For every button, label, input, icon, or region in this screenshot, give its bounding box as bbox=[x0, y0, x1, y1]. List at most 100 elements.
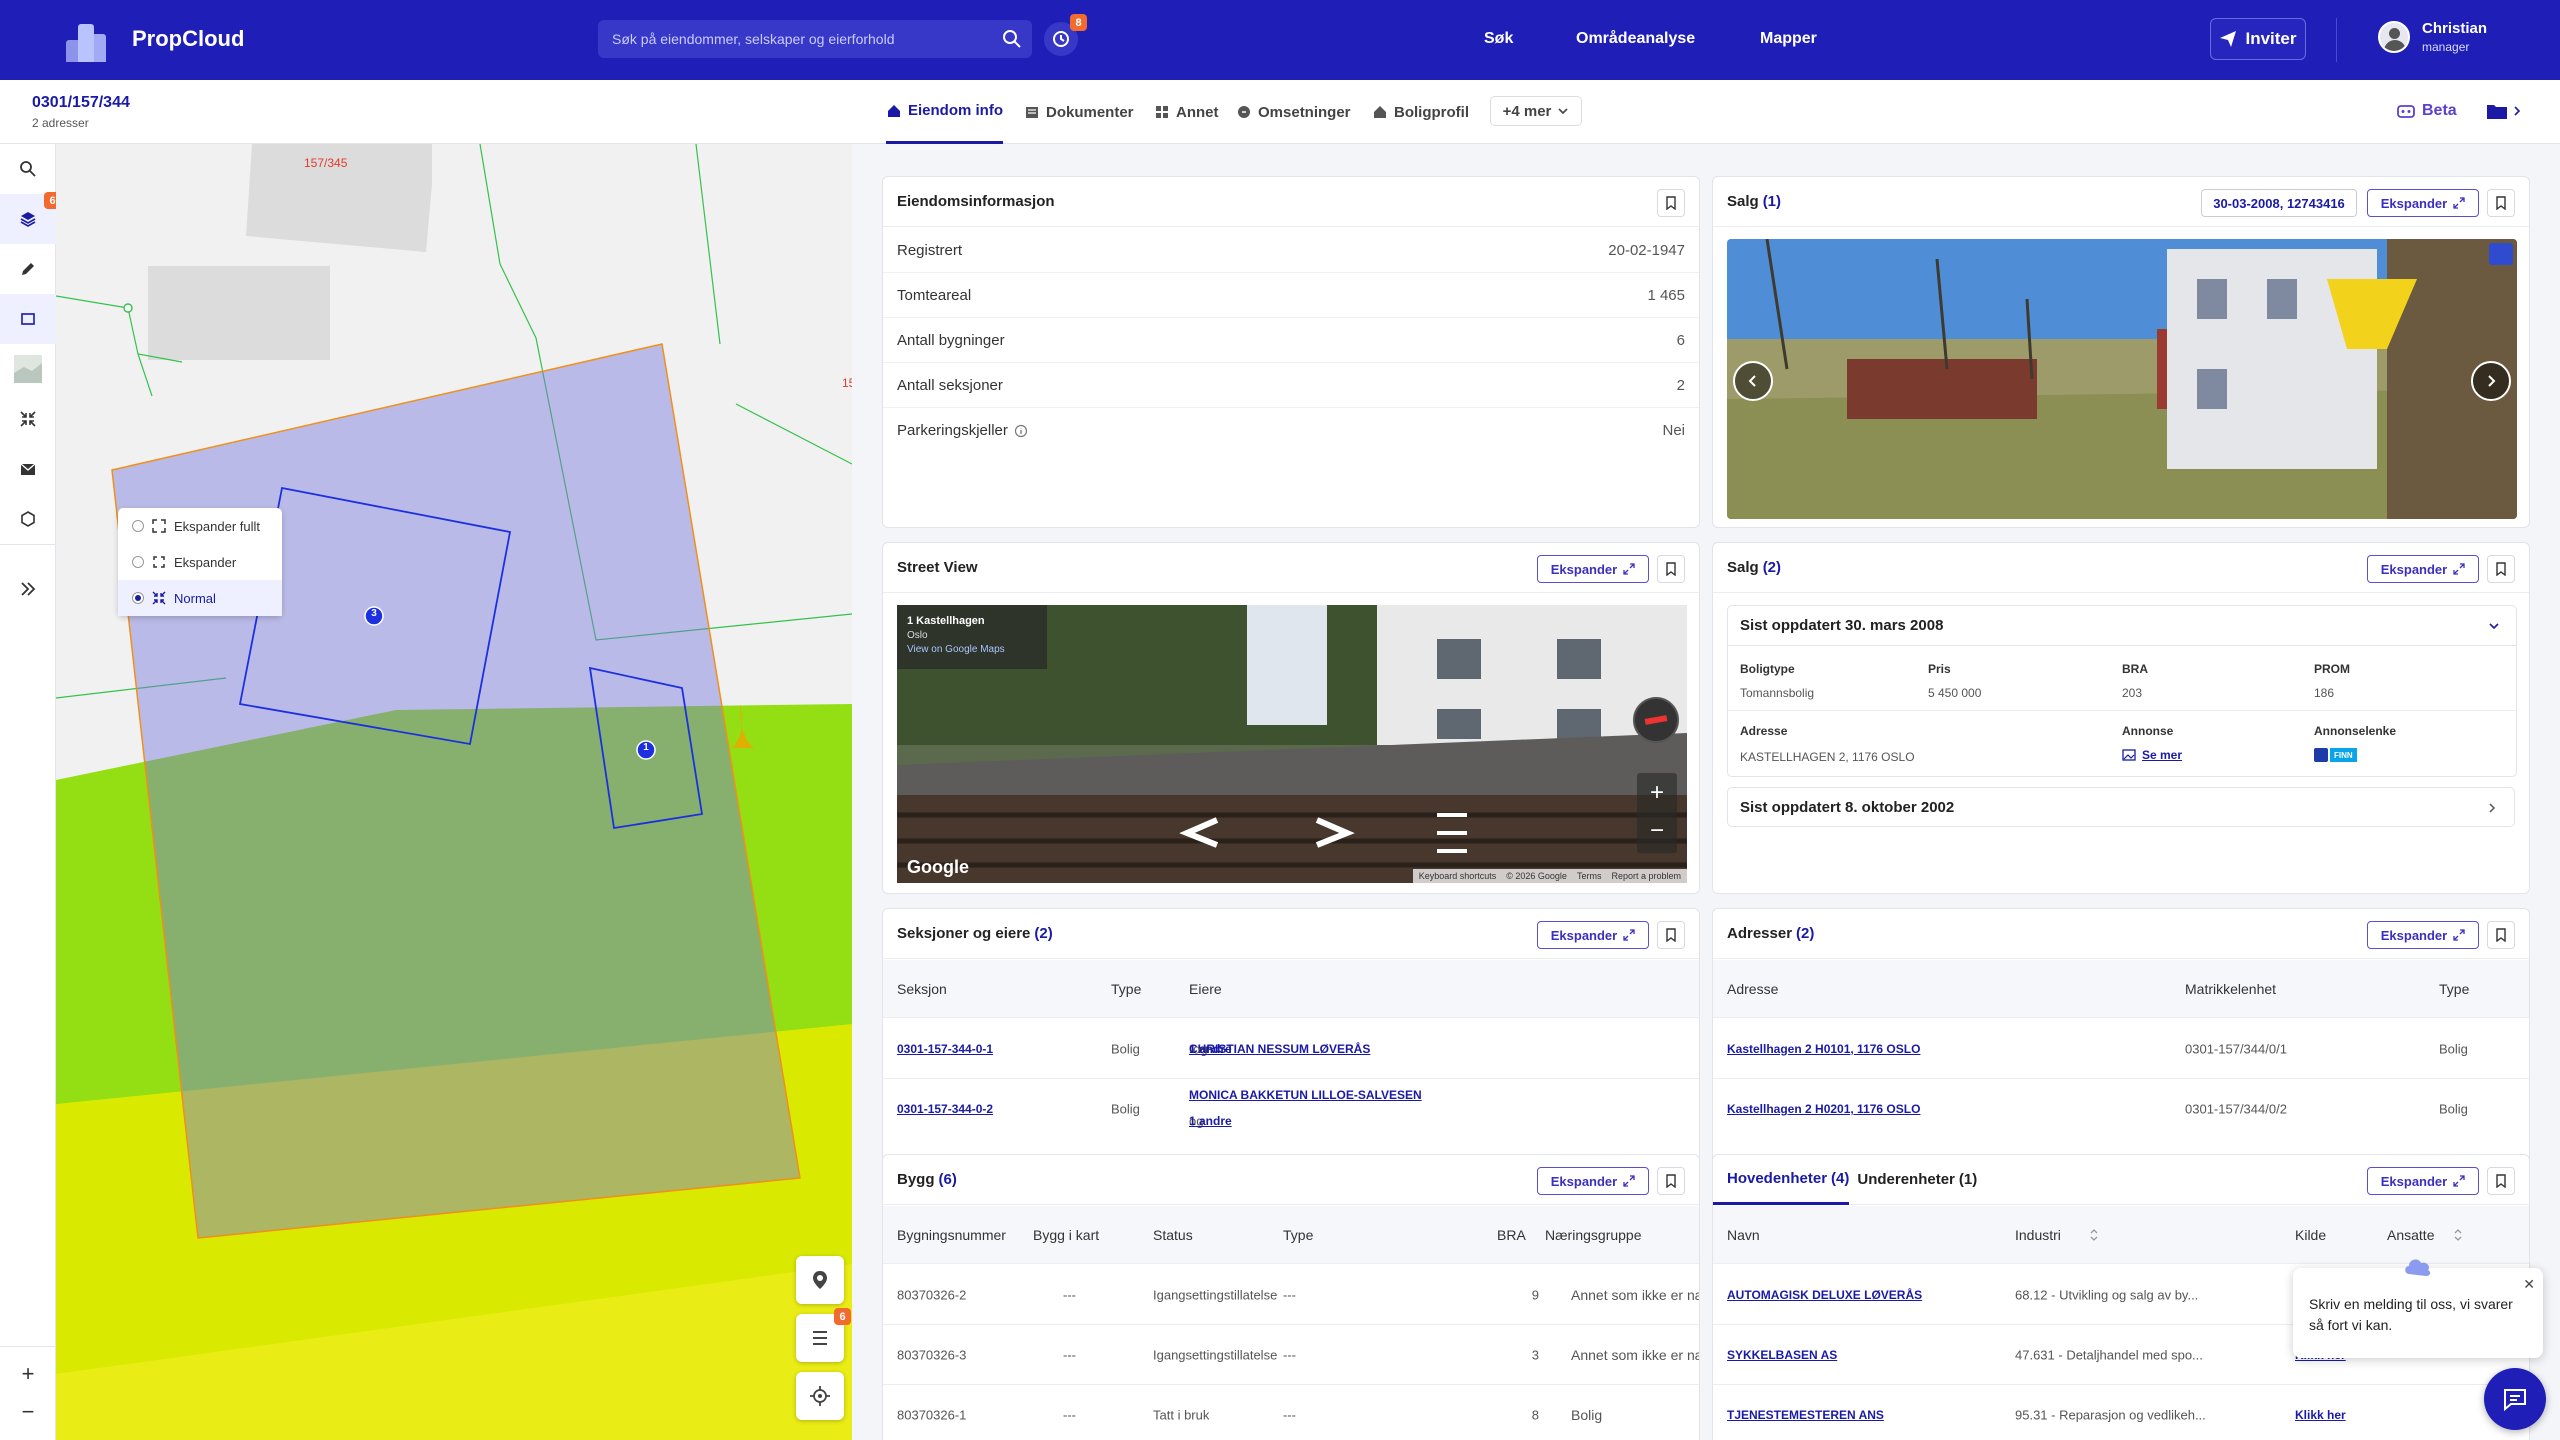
bookmark-icon bbox=[2496, 196, 2506, 210]
expand-button[interactable]: Ekspander bbox=[2367, 1167, 2479, 1195]
invite-button[interactable]: Inviter bbox=[2210, 18, 2306, 60]
nav-link-sok[interactable]: Søk bbox=[1484, 30, 1513, 48]
expand-button[interactable]: Ekspander bbox=[1537, 921, 1649, 949]
salg1-date-ref[interactable]: 30-03-2008, 12743416 bbox=[2201, 189, 2357, 217]
search-icon[interactable] bbox=[1002, 29, 1022, 49]
beta-button[interactable]: Beta bbox=[2396, 102, 2457, 120]
table-row: Kastellhagen 2 H0101, 1176 OSLO 0301-157… bbox=[1713, 1019, 2529, 1079]
zoom-in-button[interactable]: + bbox=[0, 1356, 56, 1392]
bookmark-button[interactable] bbox=[1657, 555, 1685, 583]
streetview-zoom-in[interactable]: + bbox=[1637, 773, 1677, 813]
next-photo-button[interactable] bbox=[2471, 361, 2511, 401]
se-mer-link[interactable]: Se mer bbox=[2142, 748, 2182, 762]
tab-underenheter-label: Underenheter bbox=[1857, 1171, 1955, 1188]
adresse-link[interactable]: Kastellhagen 2 H0101, 1176 OSLO bbox=[1727, 1042, 1920, 1056]
tab-dokumenter-label: Dokumenter bbox=[1046, 103, 1134, 121]
bookmark-button[interactable] bbox=[2487, 189, 2515, 217]
bookmark-button[interactable] bbox=[1657, 1167, 1685, 1195]
tab-underenheter[interactable]: Underenheter (1) bbox=[1849, 1155, 1977, 1205]
seksjon-link[interactable]: 0301-157-344-0-1 bbox=[897, 1042, 993, 1056]
mail-tool[interactable] bbox=[0, 444, 56, 494]
gallery-icon[interactable] bbox=[2489, 243, 2513, 265]
info-icon[interactable] bbox=[1014, 424, 1028, 438]
propcloud-logo[interactable]: PropCloud bbox=[62, 16, 244, 62]
zoom-out-button[interactable]: − bbox=[0, 1394, 56, 1430]
user-menu[interactable]: Christian manager bbox=[2378, 20, 2487, 54]
polygon-tool[interactable] bbox=[0, 494, 56, 544]
andre-link[interactable]: 1 andre bbox=[1189, 1042, 1232, 1056]
chat-popup[interactable]: ✕ Skriv en melding til oss, vi svarer så… bbox=[2293, 1259, 2543, 1358]
expand-button[interactable]: Ekspander bbox=[2367, 189, 2479, 217]
bookmark-button[interactable] bbox=[2487, 1167, 2515, 1195]
my-location-button[interactable] bbox=[796, 1372, 844, 1420]
nav-link-mapper[interactable]: Mapper bbox=[1760, 30, 1817, 48]
expand-button[interactable]: Ekspander bbox=[2367, 921, 2479, 949]
report-problem-link[interactable]: Report a problem bbox=[1611, 871, 1681, 881]
keyboard-shortcuts-link[interactable]: Keyboard shortcuts bbox=[1419, 871, 1497, 881]
map-canvas[interactable]: 157/345 15 3 1 Ekspander fullt Ekspander… bbox=[56, 144, 852, 1440]
sale-2008-header[interactable]: Sist oppdatert 30. mars 2008 bbox=[1728, 606, 2516, 646]
tab-hovedenheter[interactable]: Hovedenheter (4) bbox=[1713, 1155, 1850, 1205]
expand-panel-tool[interactable] bbox=[0, 564, 56, 614]
column-header: Status bbox=[1153, 1226, 1193, 1243]
enhet-link[interactable]: SYKKELBASEN AS bbox=[1727, 1348, 1837, 1362]
expand-option-expand[interactable]: Ekspander bbox=[118, 544, 282, 580]
more-tabs-dropdown[interactable]: +4 mer bbox=[1490, 96, 1582, 126]
andre-link[interactable]: 1 andre bbox=[1189, 1114, 1232, 1128]
radio-expand-full[interactable] bbox=[132, 520, 144, 532]
view-on-google-maps-link[interactable]: View on Google Maps bbox=[907, 644, 1037, 655]
column-header[interactable]: Ansatte bbox=[2387, 1227, 2434, 1243]
previous-photo-button[interactable] bbox=[1733, 361, 1773, 401]
map-list-button[interactable]: 6 bbox=[796, 1308, 851, 1362]
search-input[interactable]: Søk på eiendommer, selskaper og eierforh… bbox=[598, 20, 1032, 58]
compress-tool[interactable] bbox=[0, 394, 56, 444]
sale-2002-header[interactable]: Sist oppdatert 8. oktober 2002 bbox=[1727, 787, 2515, 827]
draw-tool[interactable] bbox=[0, 244, 56, 294]
sort-icon[interactable] bbox=[2453, 1228, 2463, 1242]
compass-icon[interactable] bbox=[1633, 697, 1679, 743]
column-header[interactable]: Industri bbox=[2015, 1227, 2061, 1243]
kilde-link[interactable]: Klikk her bbox=[2295, 1408, 2346, 1422]
basemap-tool[interactable] bbox=[0, 344, 56, 394]
chat-launcher-button[interactable] bbox=[2484, 1368, 2546, 1430]
layers-tool[interactable]: 6 bbox=[0, 192, 61, 244]
enhet-link[interactable]: TJENESTEMESTEREN ANS bbox=[1727, 1408, 1884, 1422]
bookmark-button[interactable] bbox=[2487, 921, 2515, 949]
tab-boligprofil[interactable]: Boligprofil bbox=[1372, 80, 1469, 144]
tab-annet[interactable]: Annet bbox=[1154, 80, 1219, 144]
bookmark-button[interactable] bbox=[2487, 555, 2515, 583]
expand-option-full[interactable]: Ekspander fullt bbox=[118, 508, 282, 544]
bookmark-button[interactable] bbox=[1657, 189, 1685, 217]
terms-link[interactable]: Terms bbox=[1577, 871, 1602, 881]
streetview-zoom-out[interactable]: − bbox=[1637, 813, 1677, 853]
adresse-link[interactable]: Kastellhagen 2 H0201, 1176 OSLO bbox=[1727, 1102, 1920, 1116]
sort-icon[interactable] bbox=[2089, 1228, 2099, 1242]
building-marker-1[interactable]: 1 bbox=[634, 742, 658, 753]
expand-button[interactable]: Ekspander bbox=[1537, 555, 1649, 583]
bookmark-button[interactable] bbox=[1657, 921, 1685, 949]
building-marker-3[interactable]: 3 bbox=[362, 608, 386, 619]
enhet-link[interactable]: AUTOMAGISK DELUXE LØVERÅS bbox=[1727, 1288, 1922, 1302]
compress-icon bbox=[152, 591, 166, 605]
expand-tool[interactable] bbox=[0, 294, 56, 344]
seksjon-link[interactable]: 0301-157-344-0-2 bbox=[897, 1102, 993, 1116]
tab-dokumenter[interactable]: Dokumenter bbox=[1024, 80, 1134, 144]
map-search-tool[interactable] bbox=[0, 144, 56, 194]
finn-logo[interactable]: FINN bbox=[2314, 748, 2357, 762]
folder-button[interactable] bbox=[2486, 102, 2522, 120]
radio-expand[interactable] bbox=[132, 556, 144, 568]
layers-icon bbox=[20, 212, 36, 227]
map-pin-button[interactable] bbox=[796, 1256, 844, 1304]
nav-link-omradeanalyse[interactable]: Områdeanalyse bbox=[1576, 30, 1695, 48]
close-icon[interactable]: ✕ bbox=[2523, 1274, 2535, 1295]
annonse-link[interactable]: Se mer bbox=[2122, 748, 2182, 762]
radio-normal[interactable] bbox=[132, 592, 144, 604]
expand-button[interactable]: Ekspander bbox=[2367, 555, 2479, 583]
expand-option-normal[interactable]: Normal bbox=[118, 580, 282, 616]
eier-link[interactable]: MONICA BAKKETUN LILLOE-SALVESEN bbox=[1189, 1088, 1422, 1102]
streetview-panorama[interactable]: 1 Kastellhagen Oslo View on Google Maps … bbox=[897, 605, 1687, 883]
history-button[interactable]: 8 bbox=[1044, 14, 1087, 56]
tab-omsetninger[interactable]: Omsetninger bbox=[1236, 80, 1351, 144]
expand-button[interactable]: Ekspander bbox=[1537, 1167, 1649, 1195]
tab-eiendom-info[interactable]: Eiendom info bbox=[886, 80, 1003, 144]
